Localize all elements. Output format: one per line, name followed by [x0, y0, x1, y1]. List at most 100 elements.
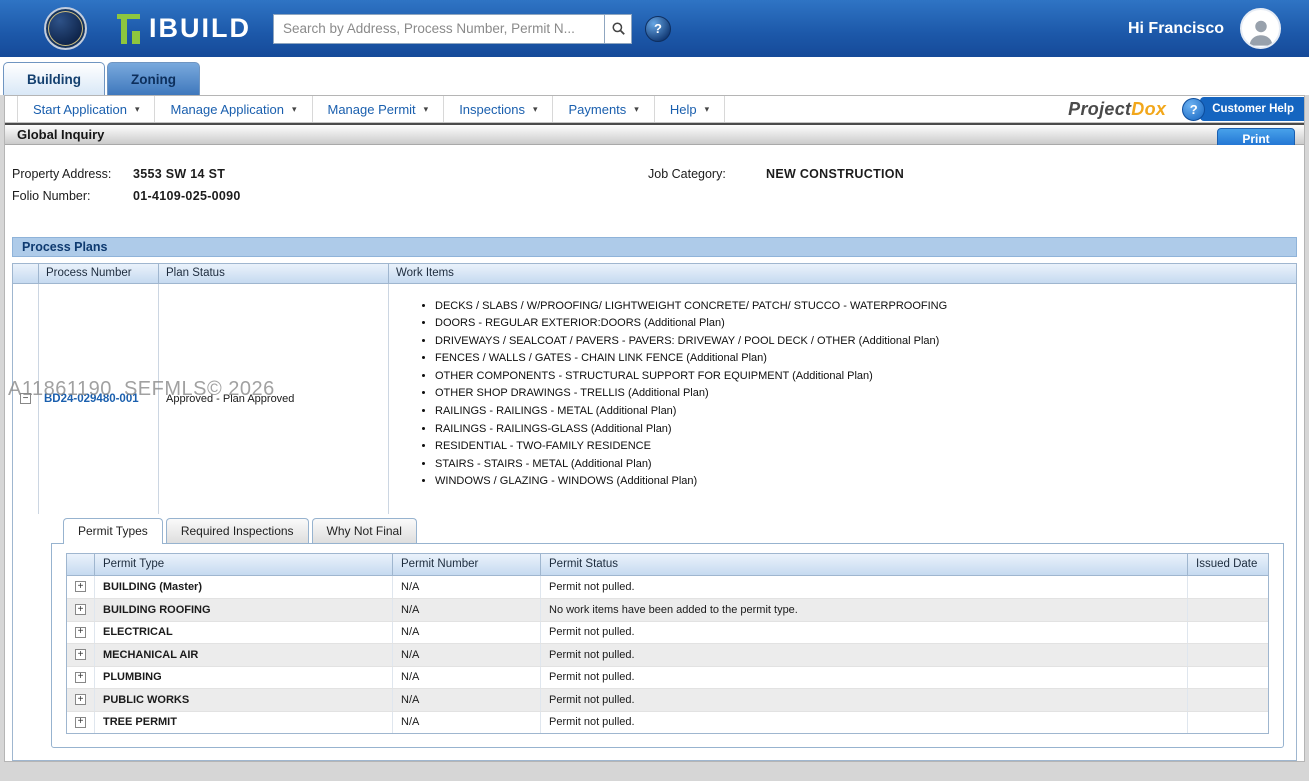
work-item: RESIDENTIAL - TWO-FAMILY RESIDENCE [435, 438, 1286, 456]
expand-icon[interactable] [75, 604, 86, 615]
chevron-down-icon: ▾ [634, 104, 639, 115]
brand-text: IBUILD [149, 13, 251, 44]
work-item: OTHER COMPONENTS - STRUCTURAL SUPPORT FO… [435, 368, 1286, 386]
permit-status-cell: Permit not pulled. [541, 622, 1188, 644]
work-item: RAILINGS - RAILINGS - METAL (Additional … [435, 403, 1286, 421]
work-item: FENCES / WALLS / GATES - CHAIN LINK FENC… [435, 350, 1286, 368]
menu-label: Start Application [33, 102, 127, 117]
permit-status-cell: Permit not pulled. [541, 712, 1188, 734]
search-input[interactable] [273, 14, 605, 44]
issued-date-cell [1188, 644, 1268, 666]
tab-zoning[interactable]: Zoning [107, 62, 200, 95]
search-icon [611, 21, 626, 36]
process-plans-table: Process Number Plan Status Work Items BD… [12, 263, 1297, 762]
property-address-label: Property Address: [12, 167, 133, 181]
user-greeting: Hi Francisco [1128, 20, 1224, 38]
global-search: ? [273, 14, 671, 44]
permit-status-cell: Permit not pulled. [541, 667, 1188, 689]
projectdox-logo[interactable]: ProjectDox [1068, 99, 1166, 120]
chevron-down-icon: ▾ [705, 104, 710, 115]
permit-table-header-row: Permit Type Permit Number Permit Status … [67, 554, 1268, 576]
work-item: DRIVEWAYS / SEALCOAT / PAVERS - PAVERS: … [435, 333, 1286, 351]
property-address-value: 3553 SW 14 ST [133, 167, 225, 181]
permit-type-cell: TREE PERMIT [95, 712, 393, 734]
expand-icon[interactable] [75, 649, 86, 660]
question-circle-icon: ? [1182, 98, 1205, 121]
work-item: OTHER SHOP DRAWINGS - TRELLIS (Additiona… [435, 385, 1286, 403]
issued-date-cell [1188, 576, 1268, 599]
permit-row: BUILDING (Master) N/A Permit not pulled. [67, 576, 1268, 599]
tab-required-inspections[interactable]: Required Inspections [166, 518, 309, 543]
process-detail-panel: Permit Types Required Inspections Why No… [13, 514, 1296, 761]
issued-date-cell [1188, 712, 1268, 734]
expand-icon[interactable] [75, 717, 86, 728]
col-permit-type: Permit Type [95, 554, 393, 575]
help-globe-icon[interactable]: ? [645, 16, 671, 42]
menu-label: Inspections [459, 102, 525, 117]
folio-number-value: 01-4109-025-0090 [133, 189, 241, 203]
permit-number-cell: N/A [393, 576, 541, 599]
permit-table: Permit Type Permit Number Permit Status … [66, 553, 1269, 735]
search-button[interactable] [605, 14, 632, 44]
col-work-items: Work Items [389, 264, 1296, 283]
menu-manage-permit[interactable]: Manage Permit ▾ [313, 96, 445, 122]
work-items-cell: DECKS / SLABS / W/PROOFING/ LIGHTWEIGHT … [389, 284, 1296, 514]
work-item: WINDOWS / GLAZING - WINDOWS (Additional … [435, 473, 1286, 491]
permit-type-cell: BUILDING ROOFING [95, 599, 393, 621]
menu-inspections[interactable]: Inspections ▾ [444, 96, 553, 122]
page-title-bar: Global Inquiry Print [5, 123, 1304, 145]
projectdox-project-text: Project [1068, 99, 1131, 119]
tab-permit-types[interactable]: Permit Types [63, 518, 163, 544]
expand-icon[interactable] [75, 581, 86, 592]
permit-type-cell: BUILDING (Master) [95, 576, 393, 599]
ibuild-logo: IBUILD [117, 13, 251, 44]
person-icon [1245, 15, 1277, 47]
permit-table-body: BUILDING (Master) N/A Permit not pulled. [67, 576, 1268, 734]
issued-date-cell [1188, 689, 1268, 711]
tab-building[interactable]: Building [3, 62, 105, 95]
permit-type-cell: PUBLIC WORKS [95, 689, 393, 711]
issued-date-cell [1188, 622, 1268, 644]
customer-help-button[interactable]: ? Customer Help [1182, 96, 1304, 122]
chevron-down-icon: ▾ [135, 104, 140, 115]
header-expand-spacer [13, 264, 39, 283]
tab-why-not-final[interactable]: Why Not Final [312, 518, 417, 543]
menu-start-application[interactable]: Start Application ▾ [17, 96, 155, 122]
folio-number-label: Folio Number: [12, 189, 133, 203]
main-frame: Start Application ▾ Manage Application ▾… [4, 95, 1305, 762]
menu-payments[interactable]: Payments ▾ [553, 96, 654, 122]
col-plan-status: Plan Status [159, 264, 389, 283]
expand-icon[interactable] [75, 672, 86, 683]
collapse-icon[interactable] [20, 393, 31, 404]
permit-row: PUBLIC WORKS N/A Permit not pulled. [67, 688, 1268, 711]
menu-label: Help [670, 102, 697, 117]
menu-label: Manage Permit [328, 102, 416, 117]
menu-help[interactable]: Help ▾ [655, 96, 725, 122]
expand-icon[interactable] [75, 627, 86, 638]
menu-label: Payments [568, 102, 626, 117]
permit-number-cell: N/A [393, 667, 541, 689]
permit-number-cell: N/A [393, 712, 541, 734]
permit-row: PLUMBING N/A Permit not pulled. [67, 666, 1268, 689]
permit-number-cell: N/A [393, 622, 541, 644]
chevron-down-icon: ▾ [292, 104, 297, 115]
process-plans-header-row: Process Number Plan Status Work Items [13, 264, 1296, 284]
col-permit-number: Permit Number [393, 554, 541, 575]
issued-date-cell [1188, 599, 1268, 621]
process-plan-row: BD24-029480-001 Approved - Plan Approved… [13, 284, 1296, 514]
process-number-link[interactable]: BD24-029480-001 [44, 393, 139, 405]
permit-number-cell: N/A [393, 599, 541, 621]
expand-icon[interactable] [75, 694, 86, 705]
col-issued-date: Issued Date [1188, 554, 1268, 575]
menu-manage-application[interactable]: Manage Application ▾ [155, 96, 312, 122]
header-expand-spacer [67, 554, 95, 575]
menu-bar: Start Application ▾ Manage Application ▾… [5, 96, 1304, 123]
work-item: STAIRS - STAIRS - METAL (Additional Plan… [435, 456, 1286, 474]
permit-type-cell: ELECTRICAL [95, 622, 393, 644]
permit-status-cell: Permit not pulled. [541, 576, 1188, 599]
col-process-number: Process Number [39, 264, 159, 283]
avatar[interactable] [1240, 8, 1281, 49]
customer-help-label: Customer Help [1200, 97, 1304, 121]
menu-right-group: ProjectDox ? Customer Help [1068, 96, 1304, 122]
projectdox-dox-text: Dox [1131, 99, 1166, 119]
